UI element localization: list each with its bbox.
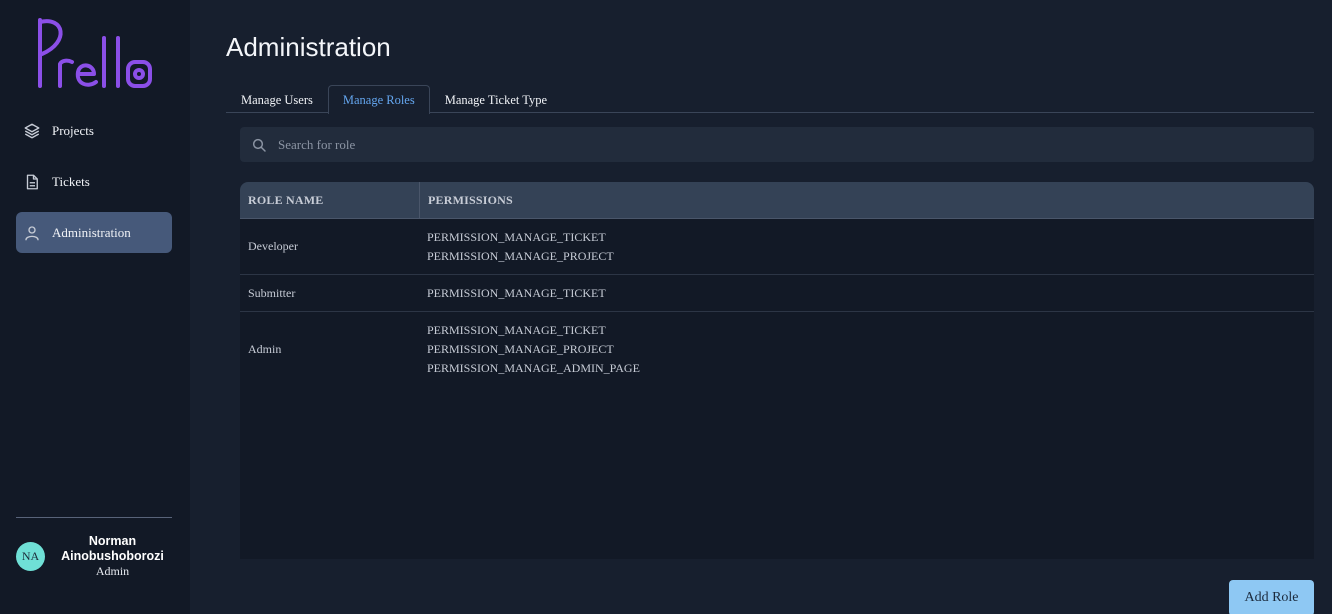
permission-item: PERMISSION_MANAGE_PROJECT: [427, 249, 614, 263]
sidebar-item-label: Administration: [52, 224, 131, 240]
permission-item: PERMISSION_MANAGE_TICKET: [427, 323, 606, 337]
search-bar: [240, 127, 1314, 162]
permission-item: PERMISSION_MANAGE_TICKET: [427, 286, 606, 300]
sidebar-nav: Projects Tickets Administration: [16, 110, 172, 263]
user-last-name: Ainobushoborozi: [61, 549, 164, 563]
table-row[interactable]: Submitter PERMISSION_MANAGE_TICKET: [240, 275, 1314, 312]
permissions-cell: PERMISSION_MANAGE_TICKET PERMISSION_MANA…: [420, 219, 1314, 274]
tab-manage-ticket-type[interactable]: Manage Ticket Type: [430, 85, 562, 113]
roles-table: ROLE NAME PERMISSIONS Developer PERMISSI…: [240, 182, 1314, 559]
permission-item: PERMISSION_MANAGE_ADMIN_PAGE: [427, 361, 640, 375]
sidebar-item-label: Tickets: [52, 173, 90, 189]
layers-icon: [23, 122, 41, 140]
sidebar-divider: [16, 517, 172, 518]
role-name-cell: Admin: [248, 341, 282, 356]
user-profile[interactable]: NA Norman Ainobushoborozi Admin: [16, 534, 176, 579]
avatar: NA: [16, 542, 45, 571]
tab-manage-roles[interactable]: Manage Roles: [327, 85, 430, 114]
table-header: ROLE NAME PERMISSIONS: [240, 182, 1314, 219]
column-header-role-name[interactable]: ROLE NAME: [240, 182, 420, 218]
role-name-cell: Submitter: [248, 285, 296, 300]
sidebar-item-projects[interactable]: Projects: [16, 110, 172, 151]
user-first-name: Norman: [88, 534, 137, 548]
tab-bar: Manage Users Manage Roles Manage Ticket …: [226, 85, 1314, 114]
table-row[interactable]: Developer PERMISSION_MANAGE_TICKET PERMI…: [240, 219, 1314, 275]
sidebar-item-label: Projects: [52, 122, 94, 138]
main-content: Administration Manage Users Manage Roles…: [190, 0, 1332, 614]
permission-item: PERMISSION_MANAGE_TICKET: [427, 230, 606, 244]
table-row[interactable]: Admin PERMISSION_MANAGE_TICKET PERMISSIO…: [240, 312, 1314, 386]
permission-item: PERMISSION_MANAGE_PROJECT: [427, 342, 614, 356]
add-role-button[interactable]: Add Role: [1229, 580, 1314, 614]
user-role: Admin: [95, 564, 130, 578]
sidebar: Projects Tickets Administration NA Norma…: [0, 0, 190, 614]
document-icon: [23, 173, 41, 191]
sidebar-item-administration[interactable]: Administration: [16, 212, 172, 253]
sidebar-item-tickets[interactable]: Tickets: [16, 161, 172, 202]
tab-manage-users[interactable]: Manage Users: [226, 85, 328, 113]
search-input[interactable]: [278, 127, 1314, 162]
user-info: Norman Ainobushoborozi Admin: [49, 534, 176, 579]
role-name-cell: Developer: [248, 239, 298, 253]
column-header-permissions[interactable]: PERMISSIONS: [420, 182, 1314, 218]
search-icon: [252, 138, 266, 152]
app-root: Projects Tickets Administration NA Norma…: [0, 0, 1332, 614]
permissions-cell: PERMISSION_MANAGE_TICKET PERMISSION_MANA…: [420, 312, 1314, 386]
prello-logo[interactable]: [34, 14, 154, 94]
user-icon: [23, 224, 41, 242]
page-title: Administration: [226, 32, 391, 62]
permissions-cell: PERMISSION_MANAGE_TICKET: [420, 275, 1314, 311]
